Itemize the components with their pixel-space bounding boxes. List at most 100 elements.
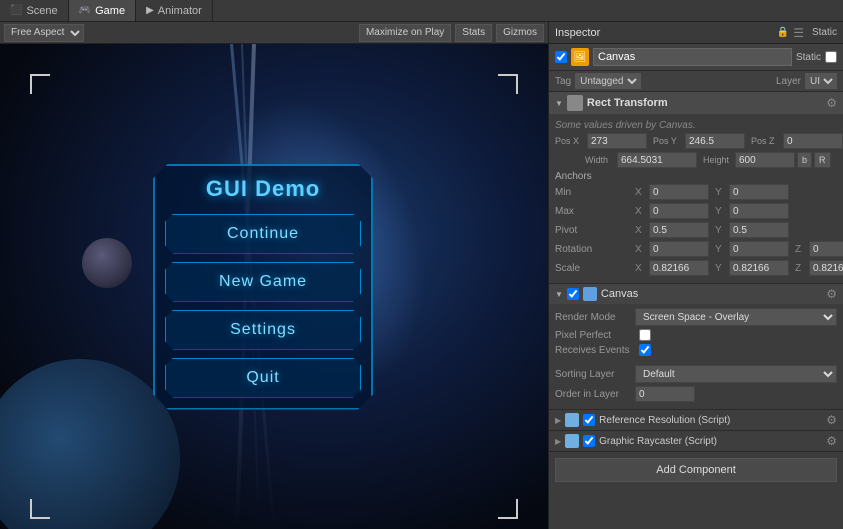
rotation-label: Rotation [555, 244, 635, 255]
ref-res-arrow[interactable]: ▶ [555, 416, 561, 425]
b-button[interactable]: b [797, 152, 812, 168]
pixel-perfect-checkbox[interactable] [639, 329, 651, 341]
layer-select[interactable]: UI [805, 73, 837, 89]
min-x-input[interactable] [649, 184, 709, 200]
static-checkbox[interactable] [825, 51, 837, 63]
scalex-label: X [635, 263, 647, 274]
size-row: Width Height b R [555, 152, 837, 168]
rot-z-input[interactable] [809, 241, 843, 257]
inspector-scroll[interactable]: 🖼 Static Tag Untagged Layer UI [549, 44, 843, 529]
canvas-section-body: Render Mode Screen Space - Overlay Pixel… [549, 304, 843, 409]
height-input[interactable] [735, 152, 795, 168]
scale-label: Scale [555, 263, 635, 274]
quit-button[interactable]: Quit [165, 358, 361, 398]
static-label: Static [812, 27, 837, 38]
render-mode-select[interactable]: Screen Space - Overlay [635, 308, 837, 326]
r-button[interactable]: R [814, 152, 831, 168]
add-component-button[interactable]: Add Component [555, 458, 837, 482]
corner-decoration-br [498, 499, 518, 519]
pos-x-input[interactable] [587, 133, 647, 149]
rotz-label: Z [795, 244, 807, 255]
layer-label: Layer [776, 76, 801, 87]
corner-decoration-tl [30, 74, 50, 94]
pivot-row: Pivot X Y [555, 222, 837, 238]
order-in-layer-row: Order in Layer [555, 386, 837, 402]
object-header: 🖼 Static [549, 44, 843, 71]
ref-res-icon [565, 413, 579, 427]
new-game-button[interactable]: New Game [165, 262, 361, 302]
ref-res-checkbox[interactable] [583, 414, 595, 426]
canvas-section-gear[interactable]: ⚙ [826, 287, 837, 301]
rect-transform-section: ▼ Rect Transform ⚙ Some values driven by… [549, 92, 843, 284]
gizmos-button[interactable]: Gizmos [496, 24, 544, 42]
tab-bar: ⬛ Scene 🎮 Game ▶ Animator [0, 0, 843, 22]
scale-y-input[interactable] [729, 260, 789, 276]
tab-scene[interactable]: ⬛ Scene [0, 0, 69, 21]
canvas-section-header[interactable]: ▼ Canvas ⚙ [549, 284, 843, 304]
pivoty-label: Y [715, 225, 727, 236]
viewport-toolbar: Free Aspect Maximize on Play Stats Gizmo… [0, 22, 548, 44]
render-mode-label: Render Mode [555, 312, 635, 323]
canvas-enabled-checkbox[interactable] [567, 288, 579, 300]
raycaster-arrow[interactable]: ▶ [555, 437, 561, 446]
max-y-input[interactable] [729, 203, 789, 219]
corner-decoration-tr [498, 74, 518, 94]
rot-y-input[interactable] [729, 241, 789, 257]
sorting-layer-select[interactable]: Default [635, 365, 837, 383]
anchors-label: Anchors [555, 171, 837, 182]
scale-x-input[interactable] [649, 260, 709, 276]
rect-transform-arrow: ▼ [555, 99, 563, 108]
max-x-input[interactable] [649, 203, 709, 219]
receives-events-row: Receives Events [555, 344, 837, 356]
lock-icon[interactable]: 🔒 [777, 27, 789, 38]
rect-transform-header[interactable]: ▼ Rect Transform ⚙ [549, 92, 843, 114]
posz-label: Pos Z [751, 136, 781, 146]
maximize-on-play-button[interactable]: Maximize on Play [359, 24, 451, 42]
raycaster-checkbox[interactable] [583, 435, 595, 447]
rect-transform-body: Some values driven by Canvas. Pos X Pos … [549, 114, 843, 283]
width-label: Width [585, 155, 615, 165]
tab-animator[interactable]: ▶ Animator [136, 0, 213, 21]
rect-transform-gear[interactable]: ⚙ [826, 96, 837, 110]
pos-z-input[interactable] [783, 133, 843, 149]
rot-x-input[interactable] [649, 241, 709, 257]
min-y-input[interactable] [729, 184, 789, 200]
receives-events-checkbox[interactable] [639, 344, 651, 356]
order-in-layer-input[interactable] [635, 386, 695, 402]
tag-select[interactable]: Untagged [575, 73, 641, 89]
planet-large [0, 359, 180, 529]
raycaster-gear[interactable]: ⚙ [826, 434, 837, 448]
canvas-component-icon [583, 287, 597, 301]
corner-decoration-bl [30, 499, 50, 519]
continue-button[interactable]: Continue [165, 214, 361, 254]
menu-icon[interactable]: ☰ [793, 26, 804, 40]
min-label: Min [555, 187, 635, 198]
game-viewport: Free Aspect Maximize on Play Stats Gizmo… [0, 22, 548, 529]
animator-icon: ▶ [146, 5, 154, 16]
pivot-y-input[interactable] [729, 222, 789, 238]
pivot-x-input[interactable] [649, 222, 709, 238]
minx-label: X [635, 187, 647, 198]
object-active-checkbox[interactable] [555, 51, 567, 63]
rotation-row: Rotation X Y Z [555, 241, 837, 257]
ref-res-gear[interactable]: ⚙ [826, 413, 837, 427]
stats-button[interactable]: Stats [455, 24, 492, 42]
scale-z-input[interactable] [809, 260, 843, 276]
scale-row: Scale X Y Z [555, 260, 837, 276]
raycaster-title: Graphic Raycaster (Script) [599, 436, 822, 447]
pixel-perfect-row: Pixel Perfect [555, 329, 837, 341]
width-input[interactable] [617, 152, 697, 168]
canvas-icon: 🖼 [571, 48, 589, 66]
game-menu-panel: GUI Demo Continue New Game Settings Quit [153, 164, 373, 410]
rect-transform-icon [567, 95, 583, 111]
ref-res-title: Reference Resolution (Script) [599, 415, 822, 426]
max-label: Max [555, 206, 635, 217]
settings-button[interactable]: Settings [165, 310, 361, 350]
tab-game[interactable]: 🎮 Game [69, 0, 136, 21]
aspect-select[interactable]: Free Aspect [4, 24, 84, 42]
canvas-section-title: Canvas [601, 288, 822, 300]
reference-resolution-row: ▶ Reference Resolution (Script) ⚙ [549, 410, 843, 431]
pos-y-input[interactable] [685, 133, 745, 149]
canvas-arrow: ▼ [555, 290, 563, 299]
object-name-input[interactable] [593, 48, 792, 66]
